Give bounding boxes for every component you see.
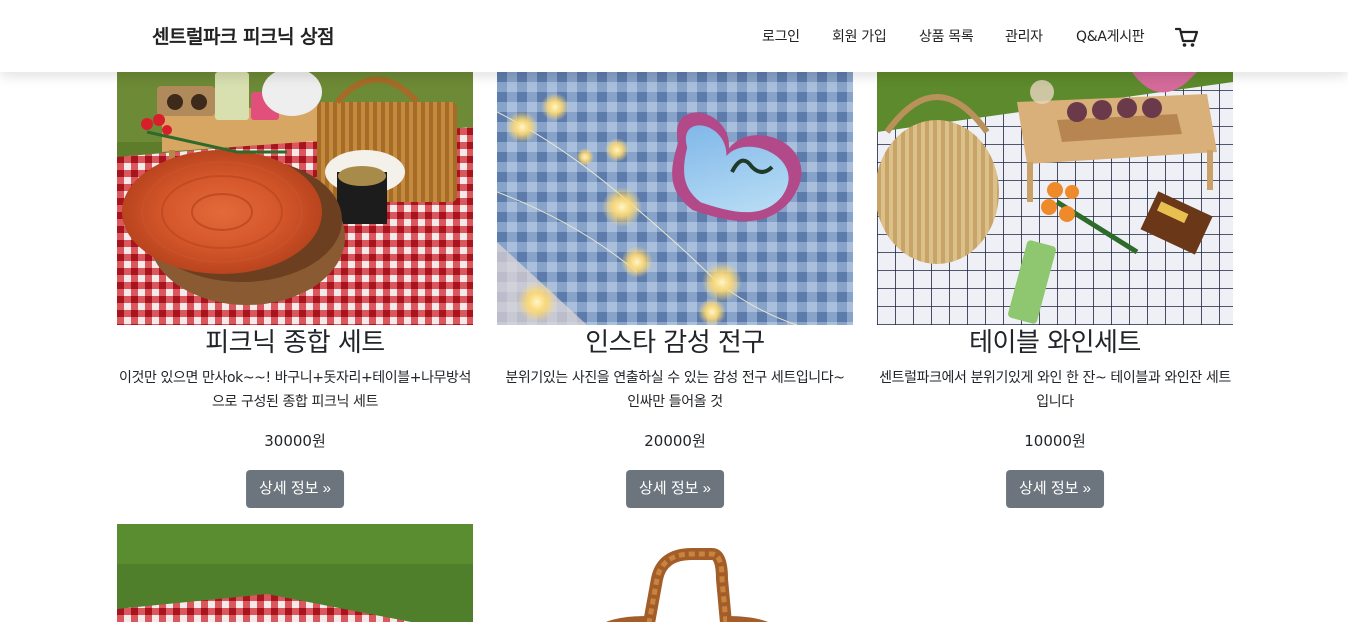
product-image-picnic-mat: [117, 524, 473, 622]
nav-signup-link[interactable]: 회원 가입: [832, 26, 887, 46]
detail-info-button[interactable]: 상세 정보 »: [626, 470, 724, 508]
nav-admin-link[interactable]: 관리자: [1005, 26, 1043, 46]
product-description: 분위기있는 사진을 연출하실 수 있는 감성 전구 세트입니다~ 인싸만 들어올…: [505, 370, 845, 410]
product-image-wine-table: [877, 72, 1233, 325]
top-navbar: 센트럴파크 피크닉 상점 로그인 회원 가입 상품 목록 관리자 Q&A게시판: [0, 0, 1348, 72]
product-image-string-lights: [497, 72, 853, 325]
product-title: 인스타 감성 전구: [585, 328, 765, 358]
product-image-picnic-set: [117, 72, 473, 325]
product-price: 30000원: [264, 432, 326, 450]
product-price: 20000원: [644, 432, 706, 450]
nav-products-link[interactable]: 상품 목록: [919, 26, 974, 46]
product-title: 테이블 와인세트: [969, 328, 1141, 358]
nav-login-link[interactable]: 로그인: [762, 26, 800, 46]
product-description: 센트럴파크에서 분위기있게 와인 한 잔~ 테이블과 와인잔 세트입니다: [879, 370, 1231, 410]
cart-icon[interactable]: [1174, 26, 1199, 48]
product-title: 피크닉 종합 세트: [205, 328, 385, 358]
nav-links: 로그인 회원 가입 상품 목록 관리자 Q&A게시판: [0, 26, 1348, 48]
nav-qna-link[interactable]: Q&A게시판: [1076, 26, 1145, 46]
detail-info-button[interactable]: 상세 정보 »: [1006, 470, 1104, 508]
product-price: 10000원: [1024, 432, 1086, 450]
product-description: 이것만 있으면 만사ok~~! 바구니+돗자리+테이블+나무방석으로 구성된 종…: [119, 370, 471, 410]
product-image-basket: [497, 524, 853, 622]
detail-info-button[interactable]: 상세 정보 »: [246, 470, 344, 508]
